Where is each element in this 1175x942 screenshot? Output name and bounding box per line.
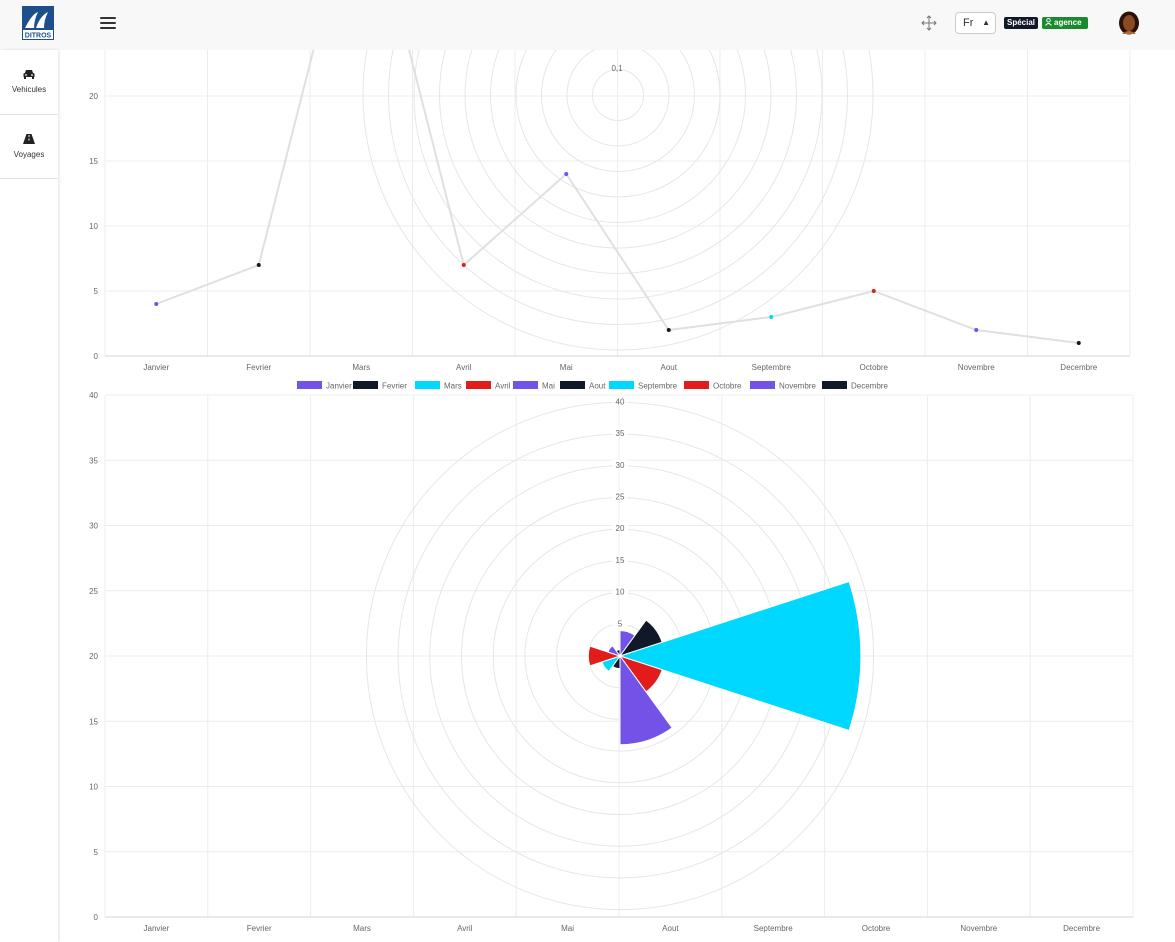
polar-r-tick-label: 30 bbox=[616, 461, 625, 470]
bottom-x-tick-label: Mars bbox=[353, 924, 371, 933]
legend-label: Avril bbox=[495, 382, 511, 391]
legend-label: Decembre bbox=[851, 382, 888, 391]
top-data-point bbox=[461, 263, 466, 267]
bottom-x-tick-label: Septembre bbox=[754, 924, 794, 933]
bottom-x-tick-label: Decembre bbox=[1063, 924, 1100, 933]
top-x-tick-label: Decembre bbox=[1060, 363, 1097, 372]
legend-label: Septembre bbox=[638, 382, 678, 391]
legend-label: Mai bbox=[542, 382, 555, 391]
top-x-tick-label: Aout bbox=[661, 363, 678, 372]
bottom-y-tick-label: 40 bbox=[89, 391, 98, 400]
legend-swatch bbox=[415, 381, 440, 389]
top-x-tick-label: Septembre bbox=[752, 363, 792, 372]
legend-swatch bbox=[750, 381, 775, 389]
top-data-point bbox=[256, 263, 261, 267]
bottom-y-tick-label: 20 bbox=[89, 652, 98, 661]
polar-r-tick-label: 25 bbox=[616, 493, 625, 502]
legend-swatch bbox=[513, 381, 538, 389]
bottom-x-tick-label: Fevrier bbox=[247, 924, 272, 933]
polar-r-tick-label: 35 bbox=[616, 429, 625, 438]
bottom-y-tick-label: 25 bbox=[89, 587, 98, 596]
legend-label: Aout bbox=[589, 382, 606, 391]
top-x-tick-label: Octobre bbox=[860, 363, 889, 372]
legend-label: Fevrier bbox=[382, 382, 407, 391]
top-x-tick-label: Janvier bbox=[143, 363, 169, 372]
legend-label: Mars bbox=[444, 382, 462, 391]
top-x-tick-label: Avril bbox=[456, 363, 472, 372]
top-data-point bbox=[974, 328, 979, 332]
bottom-x-tick-label: Octobre bbox=[862, 924, 891, 933]
polar-r-tick-label: 40 bbox=[616, 397, 625, 406]
top-x-tick-label: Mai bbox=[560, 363, 573, 372]
top-x-tick-label: Mars bbox=[352, 363, 370, 372]
legend-swatch bbox=[822, 381, 847, 389]
bottom-x-tick-label: Janvier bbox=[144, 924, 170, 933]
top-polar-tick-label: 0,1 bbox=[611, 64, 623, 73]
charts-canvas: 0 5 10 15 20 0,1 Janvier Fevrier Mars Avril Mai Aou… bbox=[89, 50, 1134, 933]
polar-r-tick-label: 10 bbox=[616, 588, 625, 597]
top-data-point bbox=[1076, 341, 1081, 345]
top-y-tick-label: 10 bbox=[89, 222, 98, 231]
bottom-y-tick-label: 0 bbox=[94, 913, 99, 922]
top-y-tick-label: 5 bbox=[94, 287, 99, 296]
bottom-y-tick-label: 15 bbox=[89, 717, 98, 726]
bottom-y-tick-label: 5 bbox=[94, 848, 99, 857]
bottom-y-tick-label: 30 bbox=[89, 522, 98, 531]
polar-r-tick-label: 5 bbox=[618, 619, 623, 628]
polar-r-tick-label: 15 bbox=[616, 556, 625, 565]
legend-swatch bbox=[297, 381, 322, 389]
top-data-point bbox=[871, 289, 876, 293]
bottom-x-tick-label: Aout bbox=[662, 924, 679, 933]
legend-label: Octobre bbox=[713, 382, 742, 391]
bottom-x-tick-label: Mai bbox=[561, 924, 574, 933]
legend-swatch bbox=[609, 381, 634, 389]
polar-r-tick-label: 20 bbox=[616, 524, 625, 533]
top-y-tick-label: 20 bbox=[89, 92, 98, 101]
bottom-y-tick-label: 35 bbox=[89, 456, 98, 465]
top-chart-area bbox=[104, 50, 1131, 357]
bottom-y-tick-label: 10 bbox=[89, 783, 98, 792]
top-data-point bbox=[154, 302, 159, 306]
legend-swatch bbox=[353, 381, 378, 389]
legend-label: Novembre bbox=[779, 382, 816, 391]
legend-label: Janvier bbox=[326, 382, 352, 391]
top-x-tick-label: Novembre bbox=[958, 363, 995, 372]
top-x-tick-label: Fevrier bbox=[246, 363, 271, 372]
top-data-point bbox=[769, 315, 774, 319]
legend-swatch bbox=[466, 381, 491, 389]
top-data-point bbox=[666, 328, 671, 332]
bottom-x-tick-label: Novembre bbox=[960, 924, 997, 933]
top-data-point bbox=[564, 172, 569, 176]
top-y-tick-label: 15 bbox=[89, 157, 98, 166]
bottom-x-tick-label: Avril bbox=[457, 924, 473, 933]
legend-swatch bbox=[560, 381, 585, 389]
top-y-tick-label: 0 bbox=[94, 352, 99, 361]
legend-swatch bbox=[684, 381, 709, 389]
